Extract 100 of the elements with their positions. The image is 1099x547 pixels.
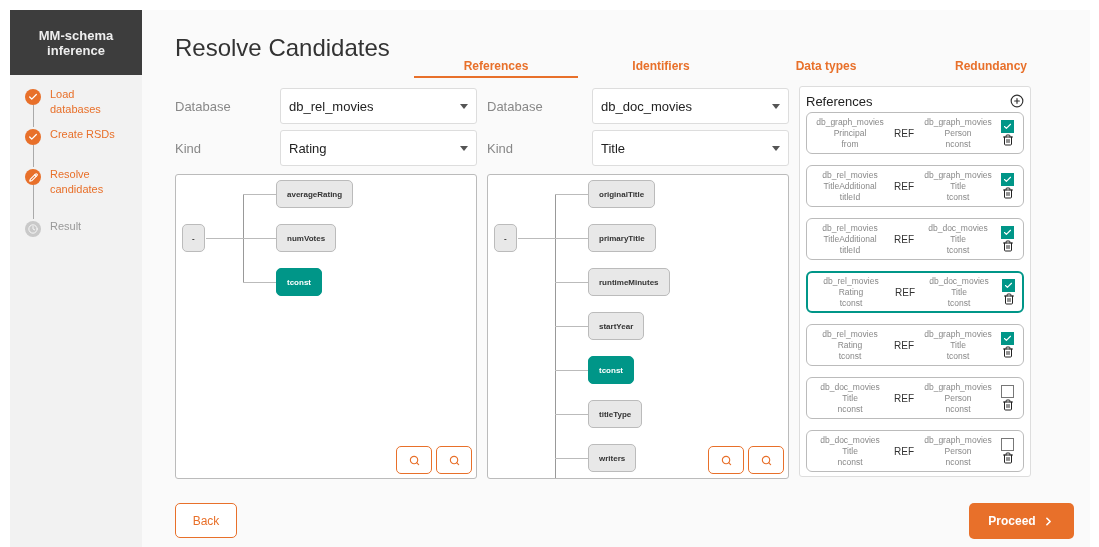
field-name: titleId [839, 244, 861, 256]
tree-node[interactable]: originalTitle [588, 180, 656, 208]
app-title: MM-schema inference [10, 10, 142, 75]
field-name: tconst [946, 350, 970, 362]
kind-name: Title [951, 286, 967, 298]
database-name: db_graph_movies [924, 381, 992, 393]
search-icon [448, 454, 460, 466]
kind-name: Person [944, 392, 972, 404]
relation-label: REF [894, 286, 916, 298]
checkbox[interactable] [1002, 279, 1015, 292]
field-label: Database [175, 98, 232, 114]
add-icon[interactable] [1010, 94, 1024, 108]
reference-card[interactable]: db_rel_movies TitleAdditional titleId REF db_graph_movies Title tconst [806, 165, 1024, 207]
database-name: db_doc_movies [820, 381, 880, 393]
kind-select[interactable]: Title [592, 130, 789, 166]
caret-icon [460, 103, 468, 109]
reference-card[interactable]: db_doc_movies Title nconst REF db_graph_movies Person nconst [806, 377, 1024, 419]
check-icon [1003, 228, 1012, 237]
relation-label: REF [893, 445, 915, 457]
database-name: db_doc_movies [820, 434, 880, 446]
zoom-out-button[interactable] [436, 446, 472, 474]
database-name: db_rel_movies [822, 222, 878, 234]
database-select[interactable]: db_rel_movies [280, 88, 477, 124]
database-name: db_graph_movies [924, 434, 992, 446]
caret-icon [772, 145, 780, 151]
zoom-in-button[interactable] [708, 446, 744, 474]
checkbox[interactable] [1001, 438, 1014, 451]
field-name: nconst [945, 456, 971, 468]
checkbox[interactable] [1001, 385, 1014, 398]
field-label: Database [487, 98, 544, 114]
kind-name: Title [842, 445, 858, 457]
kind-name: Rating [838, 286, 864, 298]
database-name: db_graph_movies [924, 169, 992, 181]
checkbox[interactable] [1001, 332, 1014, 345]
tree-node[interactable]: titleType [588, 400, 643, 428]
field-name: nconst [945, 403, 971, 415]
database-name: db_graph_movies [816, 116, 884, 128]
database-name: db_graph_movies [924, 116, 992, 128]
search-icon [720, 454, 732, 466]
check-icon [1003, 122, 1012, 131]
kind-name: Title [950, 180, 966, 192]
check-icon [1004, 281, 1013, 290]
field-name: tconst [946, 244, 970, 256]
database-name: db_doc_movies [928, 222, 988, 234]
zoom-out-button[interactable] [748, 446, 784, 474]
tree-node[interactable]: startYear [588, 312, 645, 340]
tree-node[interactable]: - [182, 224, 205, 252]
tree-node[interactable]: writers [588, 444, 637, 472]
checkbox[interactable] [1001, 226, 1014, 239]
kind-name: Principal [833, 127, 867, 139]
database-name: db_rel_movies [822, 169, 878, 181]
relation-label: REF [893, 127, 915, 139]
database-name: db_rel_movies [823, 275, 879, 287]
field-name: titleId [839, 191, 861, 203]
field-name: tconst [839, 297, 863, 309]
relation-label: REF [893, 392, 915, 404]
field-name: tconst [947, 297, 971, 309]
kind-name: Person [944, 127, 972, 139]
trash-icon[interactable] [1001, 187, 1014, 199]
trash-icon[interactable] [1001, 399, 1014, 411]
kind-name: TitleAdditional [823, 180, 877, 192]
caret-icon [460, 145, 468, 151]
reference-card[interactable]: db_rel_movies TitleAdditional titleId REF db_doc_movies Title tconst [806, 218, 1024, 260]
trash-icon[interactable] [1001, 346, 1014, 358]
kind-name: Rating [837, 339, 863, 351]
field-name: nconst [837, 456, 863, 468]
relation-label: REF [893, 233, 915, 245]
tree-node[interactable]: tconst [588, 356, 634, 384]
zoom-in-button[interactable] [396, 446, 432, 474]
field-name: nconst [945, 138, 971, 150]
database-select[interactable]: db_doc_movies [592, 88, 789, 124]
tree-node[interactable]: runtimeMinutes [588, 268, 670, 296]
field-name: tconst [946, 191, 970, 203]
page-title: Resolve Candidates [175, 34, 391, 62]
database-name: db_doc_movies [929, 275, 989, 287]
check-icon [1003, 175, 1012, 184]
database-name: db_rel_movies [822, 328, 878, 340]
reference-card[interactable]: db_graph_movies Principal from REF db_graph_movies Person nconst [806, 112, 1024, 154]
checkbox[interactable] [1001, 173, 1014, 186]
tree-node[interactable]: tconst [276, 268, 322, 296]
tree-node[interactable]: averageRating [276, 180, 354, 208]
trash-icon[interactable] [1002, 293, 1015, 305]
reference-card[interactable]: db_doc_movies Title nconst REF db_graph_movies Person nconst [806, 430, 1024, 472]
trash-icon[interactable] [1001, 240, 1014, 252]
tree-node[interactable]: numVotes [276, 224, 337, 252]
tree-node[interactable]: - [494, 224, 517, 252]
search-icon [408, 454, 420, 466]
caret-icon [772, 103, 780, 109]
kind-select[interactable]: Rating [280, 130, 477, 166]
tree-node[interactable]: primaryTitle [588, 224, 656, 252]
checkbox[interactable] [1001, 120, 1014, 133]
field-name: from [841, 138, 859, 150]
reference-card[interactable]: db_rel_movies Rating tconst REF db_graph_movies Title tconst [806, 324, 1024, 366]
trash-icon[interactable] [1001, 134, 1014, 146]
database-name: db_graph_movies [924, 328, 992, 340]
kind-name: Title [950, 339, 966, 351]
search-icon [760, 454, 772, 466]
trash-icon[interactable] [1001, 452, 1014, 464]
reference-card[interactable]: db_rel_movies Rating tconst REF db_doc_movies Title tconst [806, 271, 1024, 313]
relation-label: REF [893, 180, 915, 192]
